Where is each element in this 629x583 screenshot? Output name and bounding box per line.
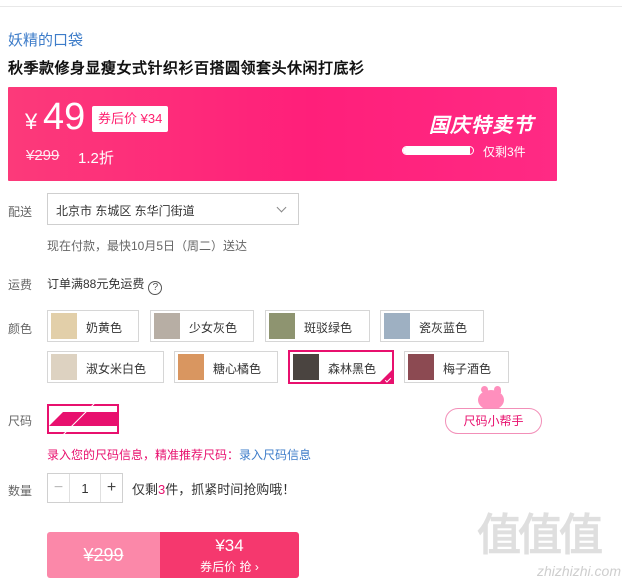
- color-option-0[interactable]: 奶黄色: [47, 310, 139, 342]
- color-option-label: 少女灰色: [189, 321, 238, 335]
- color-thumbnail: [154, 313, 180, 339]
- quantity-label: 数量: [8, 484, 33, 498]
- festival-title: 国庆特卖节: [429, 115, 534, 137]
- stock-remaining: 仅剩3件: [483, 145, 526, 159]
- size-tip-text: 录入您的尺码信息，精准推荐尺码：: [47, 448, 240, 462]
- stock-progress-fill: [403, 147, 470, 154]
- color-option-label: 糖心橘色: [213, 362, 262, 376]
- color-label: 颜色: [8, 322, 33, 336]
- size-helper-button[interactable]: 尺码小帮手: [445, 408, 542, 434]
- delivery-eta: 现在付款，最快10月5日（周二）送达: [47, 239, 248, 253]
- shipping-text: 订单满88元免运费: [47, 277, 145, 291]
- delivery-label: 配送: [8, 205, 33, 219]
- size-tip: 录入您的尺码信息，精准推荐尺码：录入尺码信息: [47, 446, 311, 463]
- stock-tip-suffix: 件，抓紧时间抢购哦！: [165, 482, 296, 497]
- address-select[interactable]: 北京市 东城区 东华门街道: [47, 193, 299, 225]
- price-banner: ¥ 49 券后价 ¥34 ¥299 1.2折 国庆特卖节 仅剩3件: [8, 87, 557, 181]
- shipping-info: 订单满88元免运费?: [47, 275, 163, 295]
- stock-tip: 仅剩3件，抓紧时间抢购哦！: [132, 479, 295, 498]
- current-price: 49: [43, 96, 86, 138]
- product-title: 秋季款修身显瘦女式针织衫百搭圆领套头休闲打底衫: [8, 60, 365, 77]
- size-label: 尺码: [8, 414, 33, 428]
- stock-progress-bar: [402, 146, 474, 155]
- color-option-7[interactable]: 梅子酒色: [404, 351, 509, 383]
- pig-mascot-icon: [478, 386, 504, 410]
- size-option-m[interactable]: M: [47, 388, 119, 439]
- color-option-label: 森林黑色: [328, 362, 377, 376]
- coupon-price-tag: 券后价 ¥34: [92, 106, 169, 132]
- color-option-1[interactable]: 少女灰色: [150, 310, 254, 342]
- color-thumbnail: [384, 313, 410, 339]
- shop-name-link[interactable]: 妖精的口袋: [8, 29, 83, 50]
- buy-action-label: 券后价 抢 ›: [200, 560, 259, 574]
- original-price: ¥299: [26, 147, 60, 164]
- question-circle-icon[interactable]: ?: [148, 281, 163, 295]
- discount-rate: 1.2折: [78, 150, 114, 167]
- color-thumbnail: [408, 354, 434, 380]
- color-option-label: 奶黄色: [86, 321, 123, 335]
- color-option-5[interactable]: 糖心橘色: [174, 351, 278, 383]
- address-value: 北京市 东城区 东华门街道: [56, 204, 195, 218]
- top-divider: [0, 6, 622, 7]
- color-option-4[interactable]: 淑女米白色: [47, 351, 164, 383]
- quantity-stepper: − 1 +: [47, 473, 123, 503]
- shipping-label: 运费: [8, 278, 33, 292]
- stock-tip-prefix: 仅剩: [132, 482, 159, 497]
- watermark: 值值值 zhizhizhi.com: [473, 499, 623, 579]
- quantity-minus-button[interactable]: −: [48, 474, 70, 502]
- color-thumbnail: [51, 354, 77, 380]
- color-option-label: 梅子酒色: [443, 362, 492, 376]
- chevron-down-icon: [276, 202, 287, 213]
- color-option-label: 斑驳绿色: [304, 321, 353, 335]
- color-thumbnail: [269, 313, 295, 339]
- color-option-label: 淑女米白色: [86, 362, 147, 376]
- buy-original-price: ¥299: [47, 532, 160, 578]
- color-option-3[interactable]: 瓷灰蓝色: [380, 310, 484, 342]
- color-option-6-selected[interactable]: 森林黑色: [288, 350, 394, 384]
- color-thumbnail: [178, 354, 204, 380]
- quantity-plus-button[interactable]: +: [100, 474, 122, 502]
- watermark-url: zhizhizhi.com: [536, 563, 621, 579]
- color-thumbnail: [51, 313, 77, 339]
- currency-symbol: ¥: [25, 109, 38, 134]
- size-info-link[interactable]: 录入尺码信息: [239, 448, 311, 462]
- buy-button[interactable]: ¥299 ¥34 券后价 抢 ›: [47, 532, 299, 578]
- color-option-2[interactable]: 斑驳绿色: [265, 310, 370, 342]
- buy-coupon-price: ¥34: [215, 536, 244, 555]
- watermark-logo: 值值值: [477, 511, 603, 560]
- quantity-input[interactable]: 1: [70, 481, 100, 496]
- coupon-buy-button[interactable]: ¥34 券后价 抢 ›: [160, 532, 299, 578]
- color-thumbnail: [293, 354, 319, 380]
- color-option-label: 瓷灰蓝色: [419, 321, 468, 335]
